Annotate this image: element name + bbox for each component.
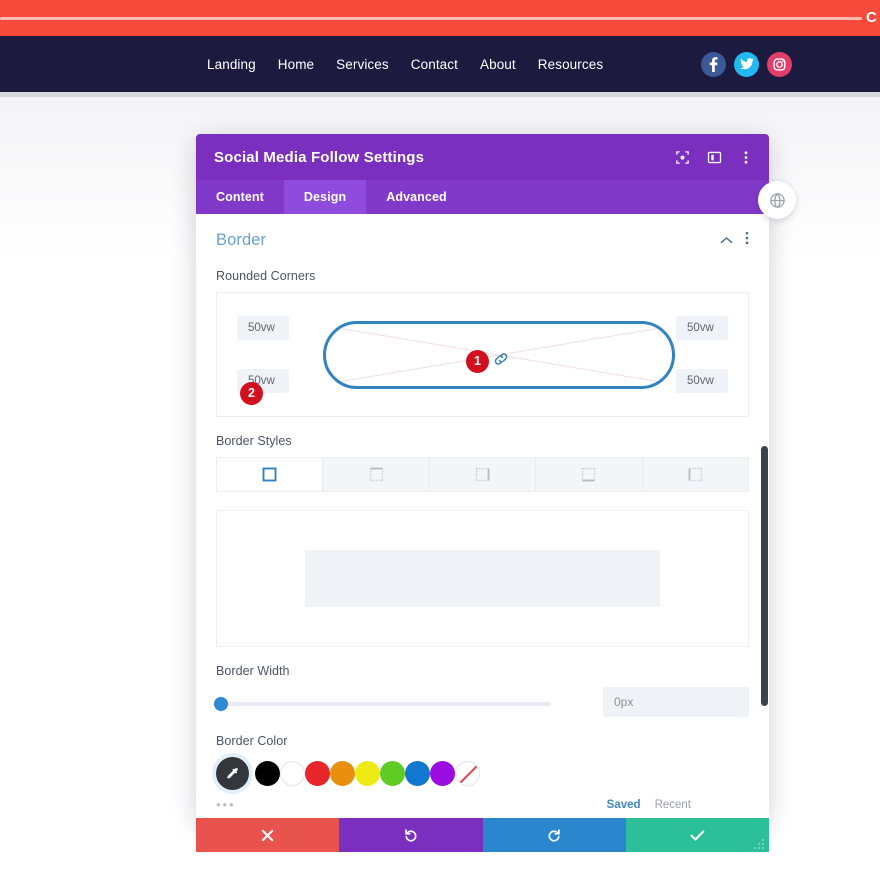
border-style-top[interactable] <box>323 458 430 491</box>
expand-icon[interactable] <box>673 148 691 166</box>
announcement-bar: C <box>0 0 880 36</box>
corner-top-left-input[interactable] <box>237 316 289 340</box>
layout-icon[interactable] <box>705 148 723 166</box>
nav-item-services[interactable]: Services <box>336 57 389 72</box>
border-style-all[interactable] <box>217 458 324 491</box>
social-links <box>701 51 792 77</box>
swatch-yellow[interactable] <box>355 761 380 786</box>
cancel-button[interactable] <box>196 818 340 852</box>
nav-item-contact[interactable]: Contact <box>411 57 458 72</box>
border-width-slider-thumb[interactable] <box>214 696 228 711</box>
border-width-input[interactable] <box>603 687 749 717</box>
redo-button[interactable] <box>482 818 626 852</box>
border-color-label: Border Color <box>216 734 288 748</box>
corner-bottom-right-input[interactable] <box>676 369 728 393</box>
border-style-left[interactable] <box>642 458 749 491</box>
border-section-header: Border <box>216 214 749 252</box>
border-preview-box <box>305 550 660 607</box>
modal-body: Border Rounded Corners 50vw 50vw 50vw 50… <box>196 214 769 818</box>
more-vertical-icon[interactable] <box>745 231 749 250</box>
border-width-slider[interactable] <box>214 696 551 711</box>
facebook-icon[interactable] <box>701 51 726 77</box>
nav-item-home[interactable]: Home <box>278 57 314 72</box>
eyedropper-icon[interactable] <box>216 757 249 790</box>
rounded-corners-control: 1 2 <box>216 292 749 417</box>
chevron-up-icon[interactable] <box>720 232 733 250</box>
nav-links: Landing Home Services Contact About Reso… <box>207 57 603 72</box>
border-styles-group <box>216 457 749 492</box>
swatch-white[interactable] <box>280 761 305 786</box>
color-swatch-row <box>216 757 749 790</box>
modal-tabs: Content Design Advanced <box>196 180 769 214</box>
modal-title: Social Media Follow Settings <box>214 148 425 166</box>
annotation-badge-1: 1 <box>466 350 489 373</box>
announcement-rule <box>0 17 862 20</box>
swatch-transparent[interactable] <box>455 761 480 786</box>
palette-tab-recent[interactable]: Recent <box>655 799 691 811</box>
corner-top-right-input[interactable] <box>676 316 728 340</box>
link-icon[interactable] <box>492 350 510 368</box>
announcement-cut-text: C <box>866 9 877 26</box>
nav-underline <box>0 92 880 97</box>
undo-button[interactable] <box>339 818 483 852</box>
twitter-icon[interactable] <box>734 51 759 77</box>
nav-item-resources[interactable]: Resources <box>538 57 603 72</box>
more-colors-icon[interactable]: ••• <box>216 798 236 811</box>
swatch-blue[interactable] <box>405 761 430 786</box>
border-width-label: Border Width <box>216 664 290 678</box>
swatch-red[interactable] <box>305 761 330 786</box>
modal-scrollbar[interactable] <box>761 446 768 706</box>
modal-header-actions <box>673 148 755 166</box>
swatch-purple[interactable] <box>430 761 455 786</box>
help-globe-icon[interactable] <box>758 181 796 219</box>
site-navbar: Landing Home Services Contact About Reso… <box>0 36 880 92</box>
border-style-bottom[interactable] <box>536 458 643 491</box>
tab-content[interactable]: Content <box>196 180 284 214</box>
palette-tabs: Saved Recent <box>607 799 691 811</box>
swatch-green[interactable] <box>380 761 405 786</box>
palette-footer: ••• Saved Recent <box>216 798 749 811</box>
rounded-corners-label: Rounded Corners <box>216 269 316 283</box>
border-preview-panel <box>216 510 749 647</box>
tab-design[interactable]: Design <box>283 180 367 214</box>
border-style-right[interactable] <box>429 458 537 491</box>
nav-item-about[interactable]: About <box>480 57 516 72</box>
settings-modal: Social Media Follow Settings Content Des… <box>196 134 796 852</box>
section-header-actions <box>720 231 749 250</box>
modal-footer <box>196 818 769 852</box>
more-icon[interactable] <box>737 148 755 166</box>
page-root: C Landing Home Services Contact About Re… <box>0 0 880 878</box>
border-width-row <box>214 687 749 717</box>
resize-grip-icon[interactable] <box>752 836 766 850</box>
section-title: Border <box>216 231 267 249</box>
swatch-black[interactable] <box>255 761 280 786</box>
annotation-badge-2: 2 <box>240 382 263 405</box>
modal-header: Social Media Follow Settings <box>196 134 769 180</box>
palette-tab-saved[interactable]: Saved <box>607 799 641 811</box>
border-styles-label: Border Styles <box>216 434 292 448</box>
tab-advanced[interactable]: Advanced <box>366 180 467 214</box>
instagram-icon[interactable] <box>767 51 792 77</box>
nav-item-landing[interactable]: Landing <box>207 57 256 72</box>
swatch-orange[interactable] <box>330 761 355 786</box>
save-button[interactable] <box>625 818 769 852</box>
